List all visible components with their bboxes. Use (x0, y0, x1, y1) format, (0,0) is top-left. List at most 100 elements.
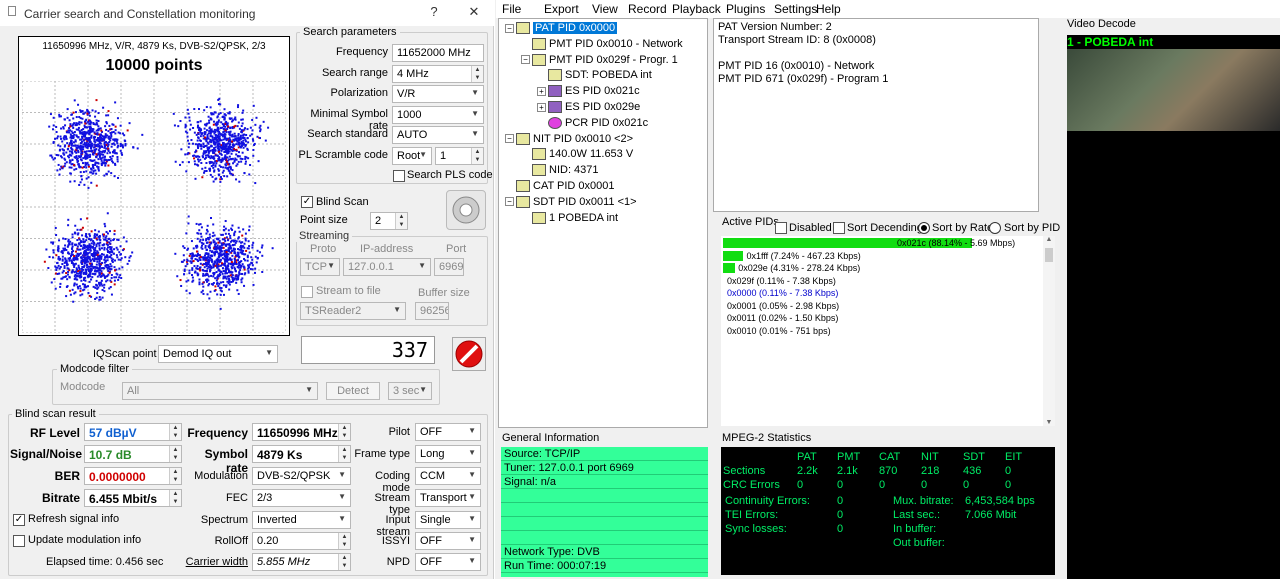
constellation-point (52, 141, 55, 144)
close-button[interactable]: ✕ (464, 4, 484, 22)
issyi-select[interactable]: OFF (415, 532, 481, 550)
menu-playback[interactable]: Playback (672, 2, 721, 16)
constellation-point (136, 147, 139, 150)
blind-scan-checkbox[interactable]: ✓ (301, 196, 313, 208)
expander-icon[interactable]: − (505, 23, 514, 33)
tree-node[interactable]: NID: 4371 (521, 163, 599, 178)
tree-node[interactable]: PMT PID 0x0010 - Network (521, 37, 683, 52)
constellation-point (205, 105, 208, 108)
constellation-point (186, 108, 189, 111)
tree-node[interactable]: − PAT PID 0x0000 (505, 21, 618, 36)
constellation-point (97, 166, 100, 169)
constellation-point (189, 260, 192, 263)
menu-settings[interactable]: Settings (774, 2, 817, 16)
stream-type-select[interactable]: Transport (415, 489, 481, 507)
constellation-point (66, 273, 69, 276)
tree-node[interactable]: + ES PID 0x021c (537, 84, 640, 99)
constellation-point (237, 139, 240, 142)
refresh-signal-checkbox[interactable]: ✓ (13, 514, 25, 526)
ip-select[interactable]: 127.0.0.1 (343, 258, 431, 276)
constellation-point (93, 135, 96, 138)
modulation-select[interactable]: DVB-S2/QPSK (252, 467, 351, 485)
constellation-point (71, 245, 74, 248)
fec-select[interactable]: 2/3 (252, 489, 351, 507)
constellation-point (98, 242, 101, 245)
reader-select[interactable]: TSReader2 (300, 302, 406, 320)
spectrum-select[interactable]: Inverted (252, 511, 351, 529)
modcode-select[interactable]: All (122, 382, 318, 400)
constellation-point (83, 183, 86, 186)
search-standard-label: Search standard (307, 128, 388, 140)
menu-plugins[interactable]: Plugins (726, 2, 765, 16)
tree-node[interactable]: − PMT PID 0x029f - Progr. 1 (521, 53, 678, 68)
stop-button[interactable] (452, 337, 486, 371)
tree-node[interactable]: CAT PID 0x0001 (505, 179, 615, 194)
constellation-point (201, 268, 204, 271)
tree-node[interactable]: 140.0W 11.653 V (521, 147, 633, 162)
pids-scrollbar[interactable]: ▲ ▼ (1043, 236, 1055, 426)
npd-select[interactable]: OFF (415, 553, 481, 571)
tree-node[interactable]: − SDT PID 0x0011 <1> (505, 195, 637, 210)
buffer-size-input[interactable]: 96256 (415, 302, 449, 320)
constellation-point (73, 271, 76, 274)
menu-record[interactable]: Record (628, 2, 667, 16)
constellation-point (216, 244, 219, 247)
proto-select[interactable]: TCP (300, 258, 340, 276)
constellation-point (237, 155, 240, 158)
expander-icon[interactable]: − (521, 55, 530, 65)
carrier-width-link[interactable]: Carrier width (180, 556, 248, 568)
constellation-point (77, 151, 80, 154)
search-standard-select[interactable]: AUTO (392, 126, 484, 144)
menu-view[interactable]: View (592, 2, 618, 16)
stream-to-file-checkbox[interactable] (301, 286, 313, 298)
pl-value-input[interactable]: 1 ▲ ▼ (435, 147, 484, 165)
tree-node[interactable]: SDT: POBEDA int (537, 68, 652, 83)
constellation-point (73, 122, 76, 125)
tree-node[interactable]: PCR PID 0x021c (537, 116, 648, 131)
frequency-input[interactable]: 11652000 MHz (392, 44, 484, 62)
search-range-input[interactable]: 4 MHz ▲ ▼ (392, 65, 484, 83)
constellation-point (247, 141, 250, 144)
min-symbol-rate-select[interactable]: 1000 (392, 106, 484, 124)
input-stream-select[interactable]: Single (415, 511, 481, 529)
constellation-point (212, 162, 215, 165)
constellation-point (211, 260, 214, 263)
constellation-point (93, 159, 96, 162)
expander-icon[interactable]: + (537, 86, 546, 96)
coding-mode-select[interactable]: CCM (415, 467, 481, 485)
tree-node[interactable]: − NIT PID 0x0010 <2> (505, 132, 633, 147)
tree-node-label: NID: 4371 (549, 164, 599, 177)
expander-icon[interactable]: + (537, 102, 546, 112)
iqscan-select[interactable]: Demod IQ out (158, 345, 278, 363)
frame-type-select[interactable]: Long (415, 445, 481, 463)
tree-node[interactable]: 1 POBEDA int (521, 211, 618, 226)
expander-icon[interactable]: − (505, 134, 514, 144)
point-size-input[interactable]: 2 ▲ ▼ (370, 212, 408, 230)
detect-button[interactable]: Detect (326, 382, 380, 400)
tree-node[interactable]: + ES PID 0x029e (537, 100, 640, 115)
disabled-checkbox[interactable] (775, 222, 787, 234)
menu-help[interactable]: Help (816, 2, 841, 16)
constellation-point (251, 246, 254, 249)
help-button[interactable]: ? (424, 4, 444, 22)
search-pls-checkbox[interactable] (393, 170, 405, 182)
rolloff-value[interactable]: 0.20 ▲ ▼ (252, 532, 351, 550)
menu-file[interactable]: File (502, 2, 521, 16)
polarization-select[interactable]: V/R (392, 85, 484, 103)
pl-mode-select[interactable]: Root (392, 147, 432, 165)
constellation-point (104, 225, 107, 228)
constellation-point (92, 122, 95, 125)
constellation-point (210, 259, 213, 262)
update-modulation-checkbox[interactable] (13, 535, 25, 547)
port-input[interactable]: 6969 (434, 258, 464, 276)
sort-by-pid-radio[interactable] (989, 222, 1001, 234)
sort-by-rate-radio[interactable] (918, 222, 930, 234)
sort-decending-checkbox[interactable] (833, 222, 845, 234)
constellation-point (201, 282, 204, 285)
menu-export[interactable]: Export (544, 2, 579, 16)
expander-icon[interactable]: − (505, 197, 514, 207)
delay-select[interactable]: 3 sec (388, 382, 432, 400)
pid-icon (532, 211, 546, 224)
tree-node-label: PAT PID 0x0000 (533, 22, 618, 34)
pilot-select[interactable]: OFF (415, 423, 481, 441)
